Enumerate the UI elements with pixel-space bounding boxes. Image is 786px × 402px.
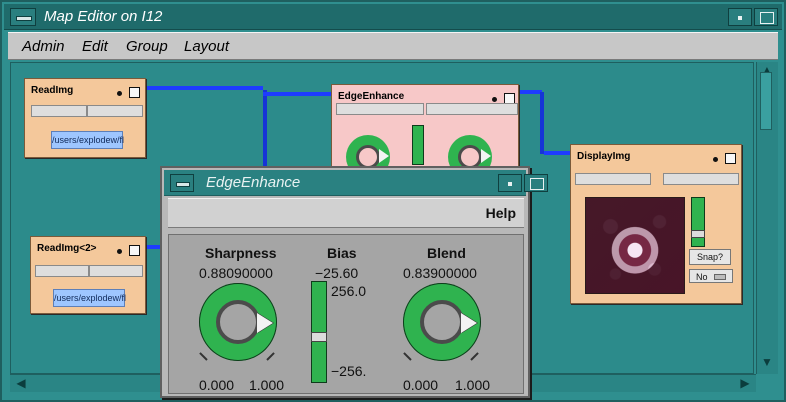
- sharpness-dial[interactable]: [199, 283, 277, 361]
- module-toggle-box[interactable]: [725, 153, 736, 164]
- blend-label: Blend: [427, 245, 466, 261]
- wire-vertical-2: [540, 92, 544, 154]
- window-title-bar[interactable]: Map Editor on I12: [4, 4, 782, 30]
- module-title: DisplayImg: [577, 151, 631, 162]
- module-port: [89, 265, 143, 277]
- module-port: [575, 173, 651, 185]
- window-menu-button[interactable]: [10, 8, 36, 26]
- menu-layout[interactable]: Layout: [184, 37, 229, 57]
- snap-button[interactable]: Snap?: [689, 249, 731, 265]
- module-port: [663, 173, 739, 185]
- menu-group[interactable]: Group: [126, 37, 168, 57]
- module-status-dot: [492, 97, 497, 102]
- module-port: [426, 103, 518, 115]
- sharpness-min-tick: [199, 352, 208, 361]
- window-title: Map Editor on I12: [44, 8, 163, 25]
- module-title: EdgeEnhance: [338, 91, 405, 102]
- module-port: [336, 103, 424, 115]
- bias-slider[interactable]: [311, 281, 327, 383]
- blend-max-tick: [470, 352, 479, 361]
- module-readimg[interactable]: ReadImg /users/explodew/fl: [24, 78, 146, 158]
- menu-bar: Admin Edit Group Layout: [8, 32, 778, 60]
- wire-vertical-1: [263, 90, 267, 176]
- maximize-button[interactable]: [754, 8, 778, 26]
- scroll-left-icon[interactable]: ◀: [14, 377, 28, 389]
- blend-value: 0.83900000: [403, 265, 477, 281]
- dialog-minimize-button[interactable]: [498, 174, 522, 192]
- sharpness-min: 0.000: [199, 377, 235, 393]
- flower-image: [586, 198, 684, 293]
- wire-to-displayimg: [544, 151, 572, 155]
- module-readimg-2[interactable]: ReadImg<2> /users/explodew/fl: [30, 236, 146, 314]
- edgeenhance-dialog: EdgeEnhance Help Sharpness 0.88090000 0.…: [160, 166, 548, 398]
- wire-readimg-out: [145, 86, 263, 90]
- wire-edgeenhance-out: [518, 90, 542, 94]
- blend-max: 1.000: [455, 377, 491, 393]
- scroll-down-icon[interactable]: ▼: [760, 356, 774, 368]
- menu-admin[interactable]: Admin: [22, 37, 65, 57]
- help-menu[interactable]: Help: [486, 205, 516, 221]
- wire-to-edgeenhance: [263, 92, 331, 96]
- dialog-menu-bar: Help: [168, 198, 524, 228]
- display-slider-thumb[interactable]: [691, 230, 705, 238]
- module-status-dot: [117, 91, 122, 96]
- module-port: [87, 105, 143, 117]
- blend-dial[interactable]: [403, 283, 481, 361]
- scroll-right-icon[interactable]: ▶: [738, 377, 752, 389]
- no-select[interactable]: No: [689, 269, 733, 283]
- dialog-menu-button[interactable]: [170, 174, 194, 192]
- module-displayimg[interactable]: DisplayImg Snap? No: [570, 144, 742, 304]
- displayed-image: [585, 197, 685, 294]
- module-toggle-box[interactable]: [129, 245, 140, 256]
- module-status-dot: [713, 157, 718, 162]
- vertical-scroll-thumb[interactable]: [760, 72, 772, 130]
- module-edgeenhance[interactable]: EdgeEnhance: [331, 84, 519, 179]
- bias-label: Bias: [327, 245, 357, 261]
- sharpness-max-tick: [266, 352, 275, 361]
- file-path-field[interactable]: /users/explodew/fl: [51, 131, 124, 149]
- dialog-title-bar[interactable]: EdgeEnhance: [164, 170, 548, 196]
- bias-value: −25.60: [315, 265, 359, 281]
- module-title: ReadImg: [31, 85, 74, 96]
- bias-top: 256.0: [331, 283, 367, 299]
- bias-bottom: −256.: [331, 363, 367, 379]
- dialog-title: EdgeEnhance: [206, 174, 301, 191]
- blend-min-tick: [403, 352, 412, 361]
- module-port: [35, 265, 89, 277]
- blend-min: 0.000: [403, 377, 439, 393]
- display-slider[interactable]: [691, 197, 705, 247]
- sharpness-label: Sharpness: [205, 245, 277, 261]
- minimize-button[interactable]: [728, 8, 752, 26]
- menu-edit[interactable]: Edit: [82, 37, 108, 57]
- bias-slider-thumb[interactable]: [311, 332, 327, 342]
- dialog-maximize-button[interactable]: [524, 174, 548, 192]
- module-port: [31, 105, 87, 117]
- scroll-up-icon[interactable]: ▲: [760, 64, 774, 76]
- mini-slider: [412, 125, 424, 165]
- dialog-controls: Sharpness 0.88090000 0.000 1.000 Bias −2…: [168, 234, 524, 394]
- module-title: ReadImg<2>: [37, 243, 97, 254]
- module-status-dot: [117, 249, 122, 254]
- file-path-field[interactable]: /users/explodew/fl: [53, 289, 126, 307]
- sharpness-max: 1.000: [249, 377, 285, 393]
- sharpness-value: 0.88090000: [199, 265, 273, 281]
- module-toggle-box[interactable]: [129, 87, 140, 98]
